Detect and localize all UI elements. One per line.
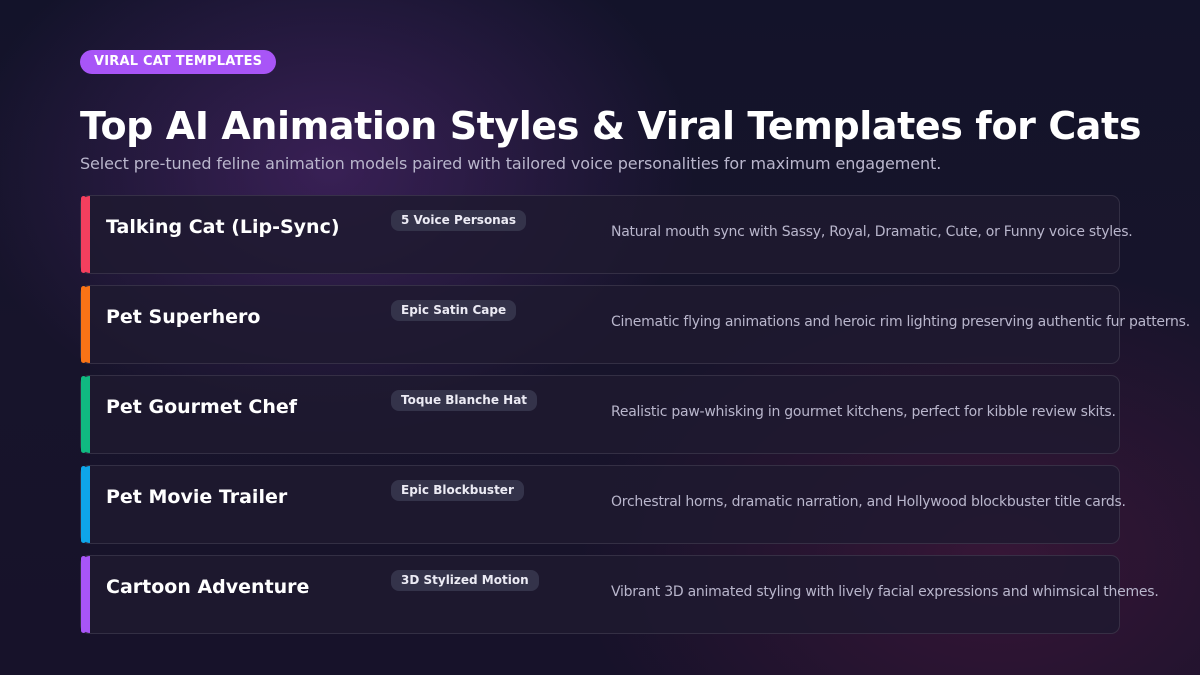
template-name: Cartoon Adventure — [106, 576, 310, 598]
template-description: Cinematic flying animations and heroic r… — [611, 314, 1190, 330]
template-tag: 5 Voice Personas — [391, 210, 526, 231]
template-row-cartoon-adventure[interactable]: Cartoon Adventure 3D Stylized Motion Vib… — [80, 555, 1159, 634]
template-list: Talking Cat (Lip-Sync) 5 Voice Personas … — [80, 195, 1190, 645]
template-row-pet-superhero[interactable]: Pet Superhero Epic Satin Cape Cinematic … — [80, 285, 1190, 364]
template-row-pet-movie-trailer[interactable]: Pet Movie Trailer Epic Blockbuster Orche… — [80, 465, 1126, 544]
template-tag: 3D Stylized Motion — [391, 570, 539, 591]
template-description: Vibrant 3D animated styling with lively … — [611, 584, 1159, 600]
template-name: Pet Movie Trailer — [106, 486, 288, 508]
template-tag: Epic Blockbuster — [391, 480, 524, 501]
row-accent-bar — [81, 196, 90, 273]
row-accent-bar — [81, 556, 90, 633]
slide: VIRAL CAT TEMPLATES Top AI Animation Sty… — [0, 0, 1200, 675]
page-title: Top AI Animation Styles & Viral Template… — [80, 104, 1142, 148]
template-tag: Toque Blanche Hat — [391, 390, 538, 411]
template-name: Talking Cat (Lip-Sync) — [106, 216, 340, 238]
page-subtitle: Select pre-tuned feline animation models… — [80, 154, 942, 173]
row-accent-bar — [81, 466, 90, 543]
template-row-talking-cat[interactable]: Talking Cat (Lip-Sync) 5 Voice Personas … — [80, 195, 1133, 274]
template-description: Realistic paw-whisking in gourmet kitche… — [611, 404, 1116, 420]
template-name: Pet Gourmet Chef — [106, 396, 298, 418]
template-description: Orchestral horns, dramatic narration, an… — [611, 494, 1126, 510]
row-accent-bar — [81, 376, 90, 453]
template-description: Natural mouth sync with Sassy, Royal, Dr… — [611, 224, 1133, 240]
template-tag: Epic Satin Cape — [391, 300, 517, 321]
category-badge: VIRAL CAT TEMPLATES — [80, 50, 277, 74]
template-row-pet-gourmet-chef[interactable]: Pet Gourmet Chef Toque Blanche Hat Reali… — [80, 375, 1120, 454]
row-accent-bar — [81, 286, 90, 363]
template-name: Pet Superhero — [106, 306, 261, 328]
